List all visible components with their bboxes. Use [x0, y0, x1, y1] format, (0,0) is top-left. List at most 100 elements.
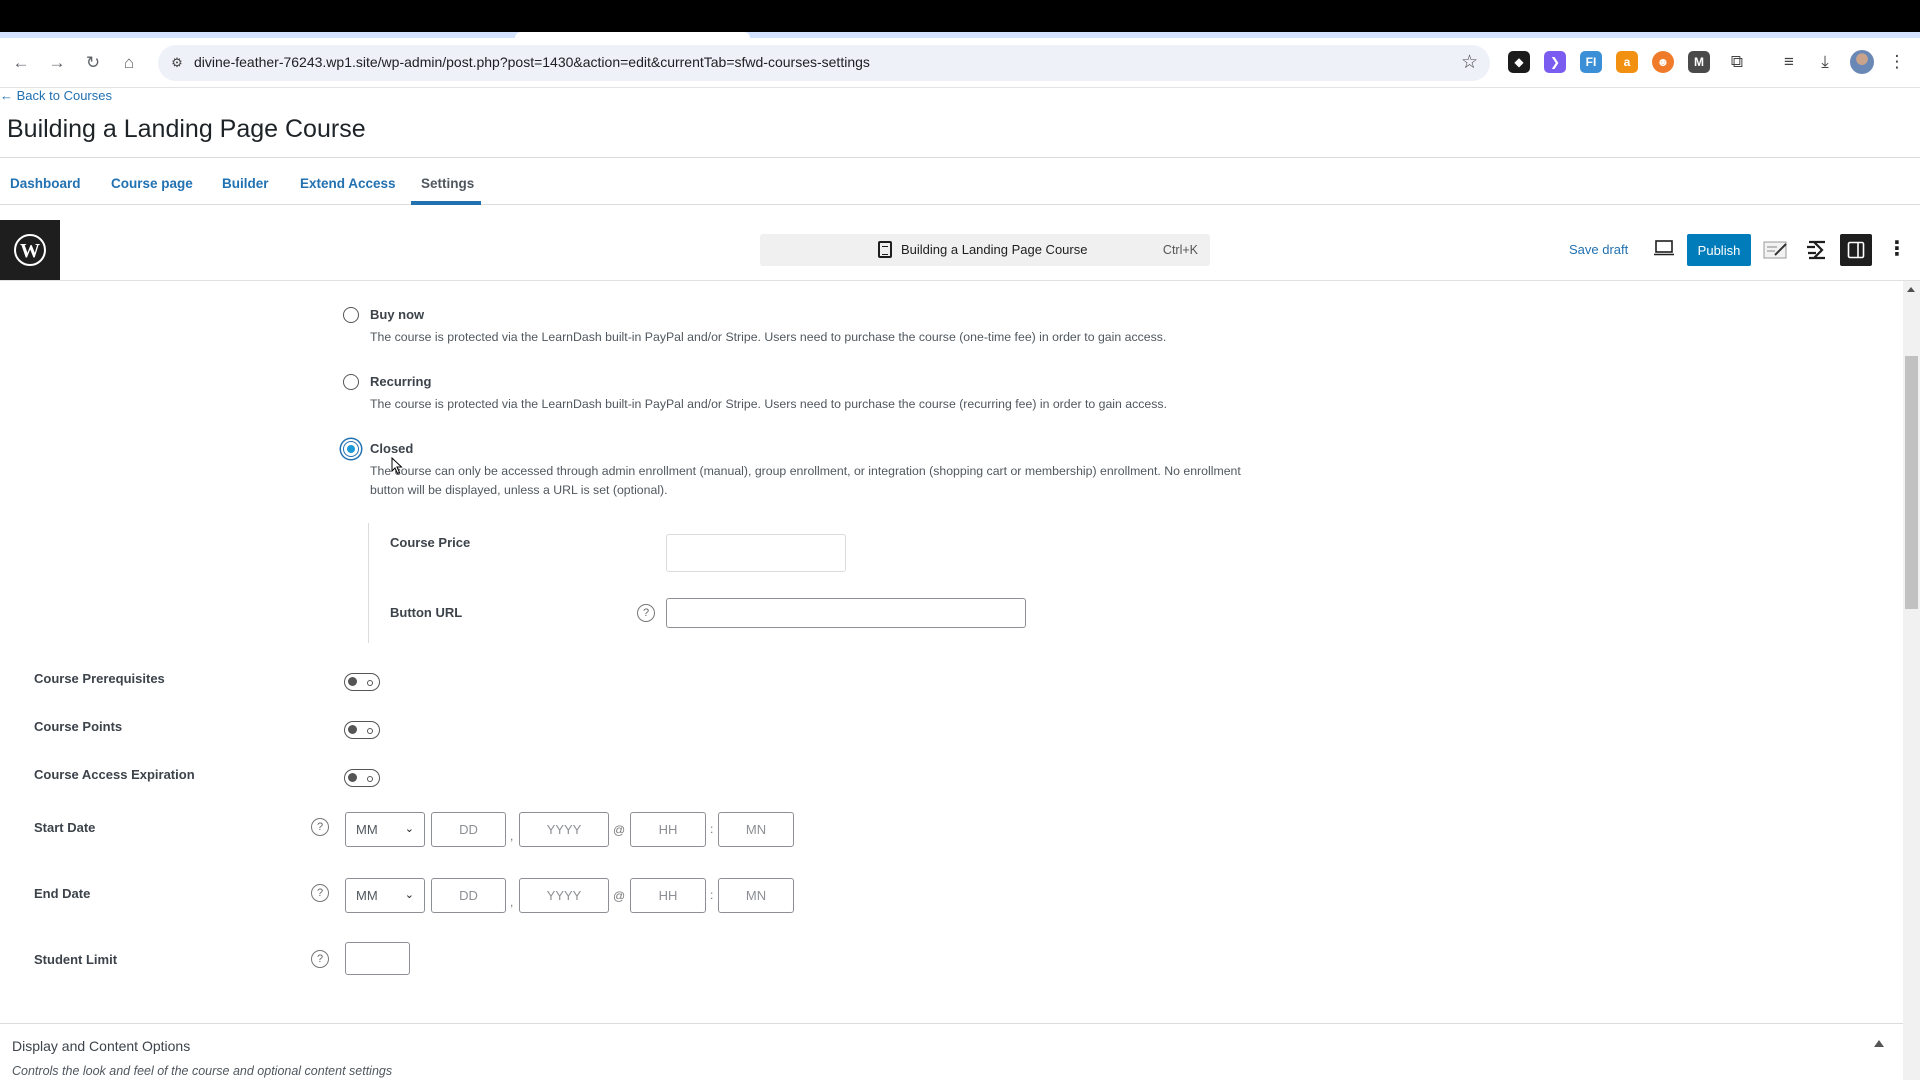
fi-extension-icon[interactable]: FI — [1580, 51, 1602, 73]
svg-text:W: W — [20, 240, 40, 262]
download-icon[interactable]: ⤓ — [1813, 50, 1837, 74]
button-url-help-icon[interactable]: ? — [637, 604, 655, 622]
start-date-hour-input[interactable]: HH — [630, 812, 706, 847]
document-bar[interactable]: Building a Landing Page Course Ctrl+K — [760, 234, 1210, 266]
section-divider — [0, 1023, 1903, 1024]
closed-label[interactable]: Closed — [370, 441, 413, 456]
at-separator: @ — [613, 889, 626, 903]
month-placeholder: MM — [356, 822, 378, 837]
publish-button[interactable]: Publish — [1687, 234, 1751, 266]
content-scrollbar[interactable] — [1903, 281, 1920, 1080]
document-title: Building a Landing Page Course — [901, 242, 1088, 257]
student-limit-help-icon[interactable]: ? — [311, 950, 329, 968]
start-date-minute-input[interactable]: MN — [718, 812, 794, 847]
site-info-icon[interactable]: ⚙ — [168, 54, 186, 72]
course-access-expiration-label: Course Access Expiration — [34, 767, 195, 782]
course-access-expiration-toggle[interactable] — [344, 769, 380, 787]
reload-icon[interactable]: ↻ — [81, 51, 105, 75]
edit-note-icon[interactable] — [1762, 236, 1790, 264]
forward-arrow-icon[interactable]: → — [45, 51, 69, 75]
start-date-month-select[interactable]: MM ⌄ — [345, 812, 425, 847]
end-date-month-select[interactable]: MM ⌄ — [345, 878, 425, 913]
amazon-extension-icon[interactable]: a — [1616, 51, 1638, 73]
back-arrow-icon[interactable]: ← — [9, 51, 33, 75]
tab-course-page[interactable]: Course page — [111, 176, 193, 191]
closed-description: The course can only be accessed through … — [370, 464, 1241, 497]
course-points-toggle[interactable] — [344, 721, 380, 739]
student-limit-input[interactable] — [345, 942, 410, 975]
extensions-puzzle-icon[interactable]: ⧉ — [1725, 50, 1749, 74]
buy-now-radio[interactable] — [343, 307, 359, 323]
course-price-label: Course Price — [390, 535, 471, 550]
buy-now-description: The course is protected via the LearnDas… — [370, 330, 1167, 344]
course-settings-panel: Buy now The course is protected via the … — [0, 281, 1903, 1080]
student-limit-label: Student Limit — [34, 952, 118, 967]
scroll-up-arrow-icon[interactable] — [1907, 287, 1915, 292]
course-prerequisites-label: Course Prerequisites — [34, 671, 165, 686]
recurring-label[interactable]: Recurring — [370, 374, 431, 389]
robot-extension-icon[interactable]: ☻ — [1652, 51, 1674, 73]
buy-now-label[interactable]: Buy now — [370, 307, 424, 322]
colon-separator: : — [710, 888, 714, 902]
options-menu-icon[interactable]: ⋮ — [1885, 236, 1909, 264]
recurring-radio[interactable] — [343, 374, 359, 390]
chevron-down-icon: ⌄ — [404, 889, 414, 901]
display-content-options-title[interactable]: Display and Content Options — [12, 1038, 190, 1054]
address-bar[interactable]: ⚙ divine-feather-76243.wp1.site/wp-admin… — [158, 45, 1490, 81]
recurring-description: The course is protected via the LearnDas… — [370, 397, 1167, 411]
browser-toolbar: ← → ↻ ⌂ ⚙ divine-feather-76243.wp1.site/… — [0, 38, 1920, 88]
cursor-extension-icon[interactable]: ◆ — [1508, 51, 1530, 73]
page-icon — [878, 241, 892, 258]
end-date-day-input[interactable]: DD — [431, 878, 506, 913]
tab-builder[interactable]: Builder — [222, 176, 269, 191]
button-url-label: Button URL — [390, 605, 463, 620]
url-text[interactable]: divine-feather-76243.wp1.site/wp-admin/p… — [194, 54, 870, 70]
editor-header: W Building a Landing Page Course Ctrl+K … — [0, 220, 1920, 281]
at-separator: @ — [613, 823, 626, 837]
button-url-input[interactable] — [666, 598, 1026, 628]
end-date-hour-input[interactable]: HH — [630, 878, 706, 913]
window-title-strip — [0, 0, 1920, 32]
month-placeholder: MM — [356, 888, 378, 903]
start-date-help-icon[interactable]: ? — [311, 818, 329, 836]
closed-sub-settings-border — [368, 523, 369, 643]
colon-separator: : — [710, 822, 714, 836]
preview-device-icon[interactable] — [1653, 239, 1675, 259]
tab-extend-access[interactable]: Extend Access — [300, 176, 396, 191]
back-to-courses-link[interactable]: ← Back to Courses — [0, 88, 112, 103]
end-date-help-icon[interactable]: ? — [311, 884, 329, 902]
media-control-icon[interactable]: ≡ — [1777, 50, 1801, 74]
tab-settings[interactable]: Settings — [421, 176, 474, 191]
purple-extension-icon[interactable]: ❯ — [1544, 51, 1566, 73]
mouse-cursor-icon — [391, 457, 403, 475]
bookmark-star-icon[interactable]: ☆ — [1461, 51, 1478, 74]
command-shortcut: Ctrl+K — [1162, 243, 1198, 257]
settings-sidebar-toggle-icon[interactable] — [1840, 234, 1872, 266]
profile-avatar[interactable] — [1850, 50, 1874, 74]
wordpress-logo-icon[interactable]: W — [0, 220, 60, 280]
active-tab-indicator — [411, 201, 481, 205]
collapse-section-icon[interactable] — [1874, 1040, 1884, 1047]
start-date-year-input[interactable]: YYYY — [519, 812, 609, 847]
end-date-year-input[interactable]: YYYY — [519, 878, 609, 913]
start-date-day-input[interactable]: DD — [431, 812, 506, 847]
learndash-tabs: Dashboard Course page Builder Extend Acc… — [0, 158, 1920, 205]
start-date-label: Start Date — [34, 820, 96, 835]
browser-menu-icon[interactable]: ⋮ — [1885, 50, 1909, 74]
chevron-down-icon: ⌄ — [404, 823, 414, 835]
home-icon[interactable]: ⌂ — [117, 51, 141, 75]
tab-dashboard[interactable]: Dashboard — [10, 176, 81, 191]
comma-separator: , — [510, 895, 514, 909]
closed-radio[interactable] — [343, 441, 359, 457]
course-points-label: Course Points — [34, 719, 123, 734]
course-prerequisites-toggle[interactable] — [344, 673, 380, 691]
scrollbar-thumb[interactable] — [1905, 356, 1918, 609]
comma-separator: , — [510, 829, 514, 843]
tools-x-icon[interactable] — [1803, 236, 1831, 264]
course-price-input[interactable] — [666, 534, 846, 572]
end-date-label: End Date — [34, 886, 91, 901]
m-extension-icon[interactable]: M — [1688, 51, 1710, 73]
display-content-options-description: Controls the look and feel of the course… — [12, 1064, 393, 1078]
end-date-minute-input[interactable]: MN — [718, 878, 794, 913]
save-draft-button[interactable]: Save draft — [1569, 242, 1628, 257]
